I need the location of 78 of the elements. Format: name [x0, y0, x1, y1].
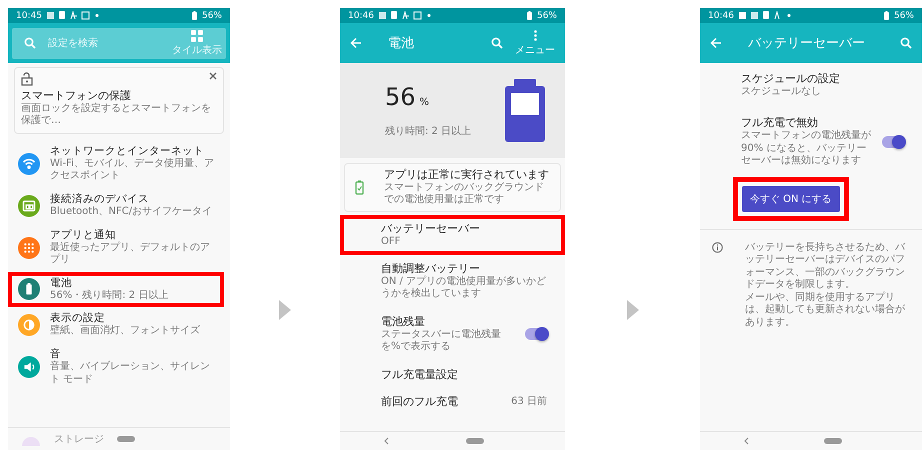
info-icon	[712, 242, 723, 252]
screen-title: 電池	[388, 35, 415, 52]
chevron-icon	[626, 300, 638, 320]
back-icon[interactable]	[384, 437, 389, 445]
percent-unit: %	[420, 96, 430, 108]
settings-item[interactable]: 電池残量 ステータスバーに電池残量を%で表示する	[340, 308, 565, 360]
grid-icon	[191, 30, 203, 42]
unlocked-padlock-icon	[21, 72, 33, 86]
battery-check-icon	[355, 180, 364, 195]
item-subtitle: OFF	[381, 236, 400, 248]
item-title: 電池残量	[381, 314, 425, 328]
settings-item[interactable]: 自動調整バッテリー ON / アプリの電池使用量が多いかどうかを検出しています	[340, 255, 565, 308]
item-title: ネットワークとインターネット	[50, 144, 204, 158]
item-subtitle: スケジュールなし	[741, 86, 821, 98]
search-icon[interactable]	[491, 37, 503, 49]
more-vertical-icon	[534, 30, 536, 40]
battery-icon	[884, 11, 889, 20]
tip-title: スマートフォンの保護	[21, 89, 131, 102]
percent-value: 56	[385, 82, 416, 111]
settings-item[interactable]: スケジュールの設定 スケジュールなし	[700, 63, 922, 108]
item-subtitle: 壁紙、画面消灯、フォントサイズ	[50, 325, 200, 338]
battery-percent: 56%	[894, 10, 914, 20]
item-subtitle: Bluetooth、NFC/おサイフケータイ	[50, 206, 212, 218]
chevron-icon	[279, 300, 291, 320]
home-button[interactable]	[824, 438, 842, 444]
item-title: 表示の設定	[50, 312, 105, 324]
status-time: 10:46	[708, 10, 734, 20]
search-icon[interactable]	[900, 37, 912, 49]
info-paragraph: バッテリーを長持ちさせるため、バッテリーセーバーはデバイスのパフォーマンス、一部のバックグラウンドデータを制限します。	[745, 242, 906, 292]
settings-item[interactable]: 前回のフル充電 63 日前	[340, 388, 565, 416]
battery-icon	[526, 11, 532, 20]
settings-item[interactable]: ネットワークとインターネット Wi-Fi、モバイル、データ使用量、アクセスポイント	[8, 140, 224, 188]
status-subtitle: スマートフォンのバックグラウンドでの電池使用量は正常です	[384, 182, 545, 207]
status-time: 10:46	[348, 10, 374, 20]
item-subtitle: 最近使ったアプリ、デフォルトのアプリ	[50, 242, 211, 267]
item-title: フル充電で無効	[741, 116, 818, 130]
item-subtitle: 56%・残り時間: 2 日以上	[50, 290, 168, 302]
item-title: アプリと通知	[50, 228, 116, 242]
settings-item[interactable]: フル充電量設定	[340, 360, 565, 388]
settings-item[interactable]: 表示の設定 壁紙、画面消灯、フォントサイズ	[8, 307, 224, 343]
toggle-switch[interactable]	[525, 328, 547, 340]
settings-item[interactable]: 接続済みのデバイス Bluetooth、NFC/おサイフケータイ	[8, 188, 224, 224]
toggle-switch[interactable]	[882, 136, 904, 148]
settings-item[interactable]: 音 音量、バイブレーション、サイレント モード	[8, 342, 224, 391]
item-title: 前回のフル充電	[381, 395, 458, 409]
item-value: 63 日前	[511, 396, 547, 408]
item-title: スケジュールの設定	[741, 72, 840, 86]
remaining-time: 残り時間: 2 日以上	[385, 126, 472, 137]
back-arrow-icon[interactable]	[710, 37, 722, 49]
battery-percent: 56%	[536, 10, 557, 20]
battery-percent: 56%	[202, 10, 222, 20]
status-time: 10:45	[16, 10, 42, 20]
close-icon[interactable]	[209, 72, 217, 80]
settings-item[interactable]: アプリと通知 最近使ったアプリ、デフォルトのアプリ	[8, 224, 224, 272]
settings-item[interactable]: バッテリーセーバー OFF	[340, 214, 565, 255]
item-subtitle: スマートフォンの電池残量が90% になると、バッテリーセーバーは無効になります	[741, 130, 872, 168]
home-button[interactable]	[117, 436, 135, 442]
turn-on-now-button[interactable]: 今すぐ ON にする	[742, 186, 840, 212]
settings-item[interactable]: フル充電で無効 スマートフォンの電池残量が90% になると、バッテリーセーバーは無効になります	[700, 107, 922, 176]
tip-subtitle: 画面ロックを設定するとスマートフォンを保護で…	[21, 102, 212, 128]
status-title: アプリは正常に実行されています	[384, 168, 549, 182]
screen-title: バッテリーセーバー	[748, 35, 866, 52]
home-button[interactable]	[466, 438, 484, 444]
item-subtitle: Wi-Fi、モバイル、データ使用量、アクセスポイント	[50, 158, 215, 183]
item-title: ストレージ	[54, 433, 104, 446]
back-icon[interactable]	[744, 437, 749, 445]
info-paragraph: メールや、同期を使用するアプリは、起動しても更新されない場合があります。	[745, 292, 906, 329]
item-title: バッテリーセーバー	[381, 222, 480, 236]
item-title: 音	[50, 348, 61, 360]
search-icon	[24, 37, 36, 49]
item-subtitle: ON / アプリの電池使用量が多いかどうかを検出しています	[381, 276, 547, 301]
item-title: 自動調整バッテリー	[381, 262, 480, 276]
item-subtitle: 音量、バイブレーション、サイレント モード	[50, 361, 211, 386]
battery-icon	[192, 11, 197, 20]
item-subtitle: ステータスバーに電池残量を%で表示する	[381, 328, 502, 354]
back-arrow-icon[interactable]	[350, 37, 362, 49]
item-title: フル充電量設定	[381, 368, 458, 382]
item-title: 接続済みのデバイス	[50, 192, 149, 206]
